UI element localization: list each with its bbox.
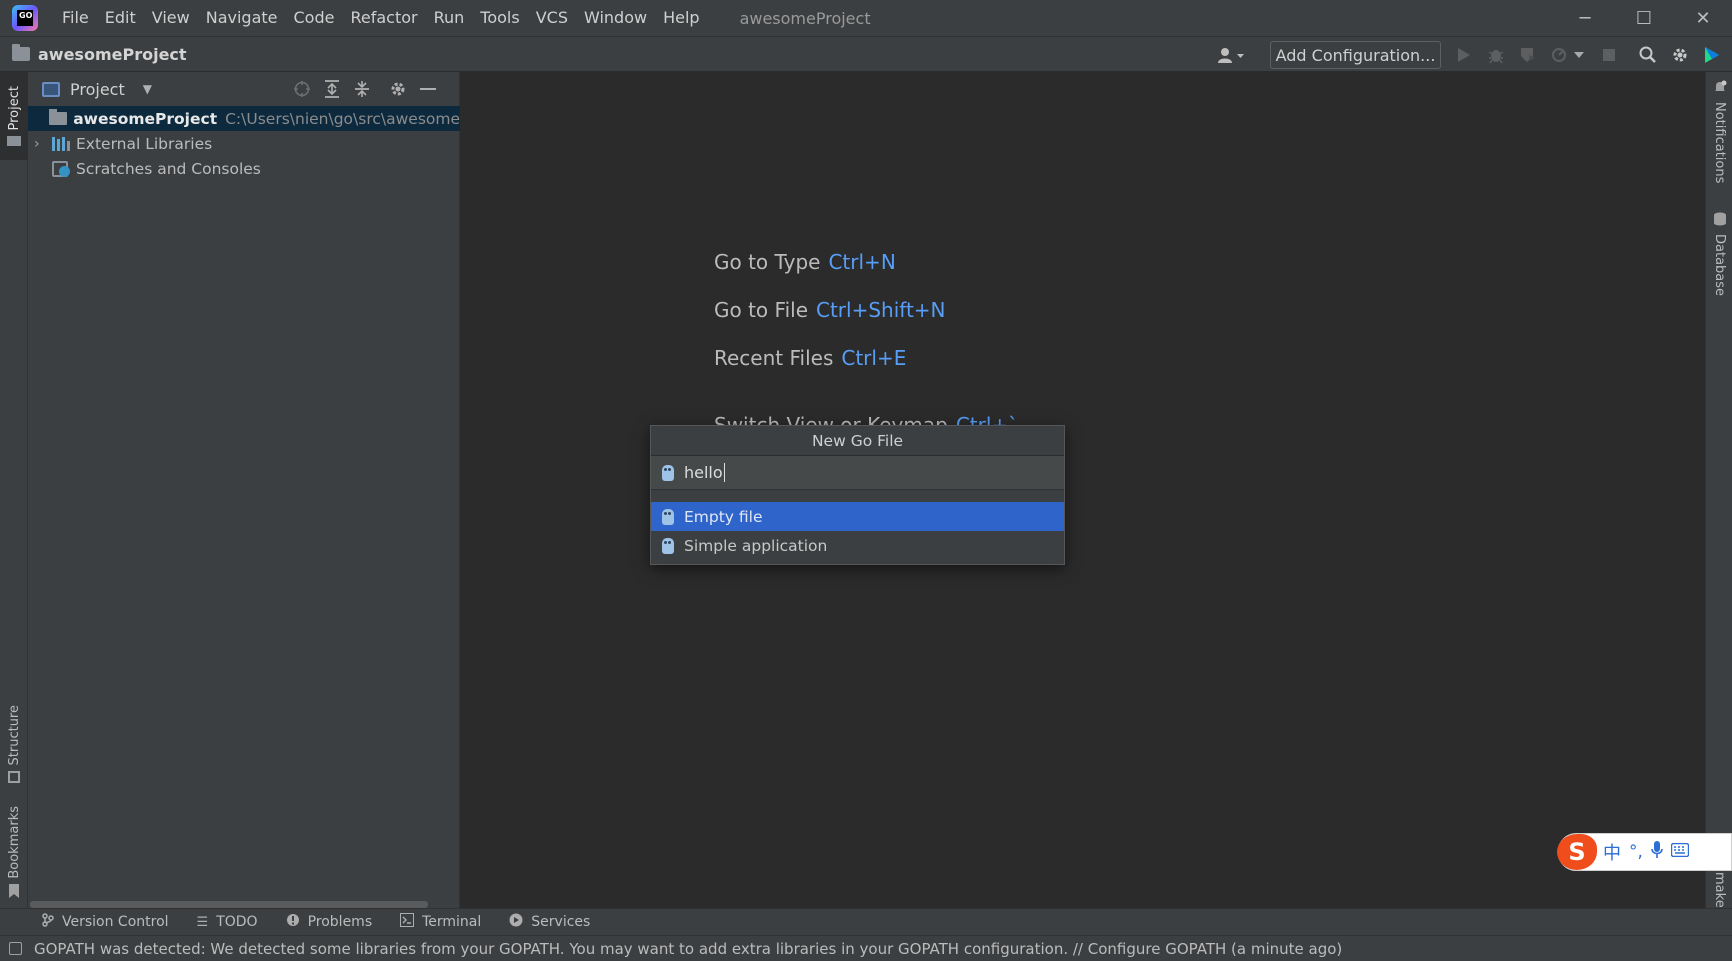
stop-icon[interactable] (1597, 43, 1621, 67)
list-icon: ☰ (196, 914, 209, 930)
search-icon[interactable] (1636, 43, 1660, 67)
profile-icon[interactable] (1548, 43, 1572, 67)
problems-icon (286, 913, 300, 931)
ime-logo[interactable]: S (1557, 834, 1597, 870)
run-icon[interactable] (1452, 43, 1476, 67)
go-file-icon (662, 537, 674, 554)
toggle-tool-windows-icon[interactable] (9, 942, 22, 955)
bottom-tool-tabs: Version Control ☰ TODO Problems Terminal… (0, 908, 1732, 935)
tree-item-label: awesomeProject (73, 109, 218, 128)
terminal-icon (400, 913, 415, 931)
tool-tab-bookmarks[interactable]: Bookmarks (0, 802, 28, 906)
chevron-right-icon[interactable]: › (34, 136, 46, 152)
file-name-input[interactable]: hello (651, 456, 1064, 490)
database-icon (1713, 212, 1727, 230)
breadcrumb-project[interactable]: awesomeProject (38, 45, 187, 64)
editor-area: Go to Type Ctrl+N Go to File Ctrl+Shift+N … (460, 72, 1705, 908)
file-name-input-value[interactable]: hello (684, 463, 725, 482)
menu-run[interactable]: Run (426, 0, 473, 36)
tree-item-external-libraries[interactable]: › External Libraries (28, 131, 460, 156)
folder-icon (12, 44, 30, 61)
status-bar: GOPATH was detected: We detected some li… (0, 935, 1732, 961)
keyboard-icon[interactable] (1670, 842, 1690, 862)
tool-tab-terminal[interactable]: Terminal (400, 913, 481, 931)
tool-tab-services[interactable]: Services (509, 913, 590, 931)
bell-icon (1713, 80, 1727, 98)
project-panel-header: Project ▼ (28, 72, 459, 106)
close-button[interactable]: ✕ (1674, 0, 1732, 36)
app-logo[interactable]: GO (12, 5, 38, 31)
tree-item-label: Scratches and Consoles (76, 159, 261, 178)
menu-refactor[interactable]: Refactor (342, 0, 425, 36)
navigation-bar: awesomeProject Add Configuration... (0, 36, 1732, 72)
tool-tab-todo[interactable]: ☰ TODO (197, 914, 258, 930)
menu-help[interactable]: Help (655, 0, 707, 36)
structure-icon (8, 771, 20, 784)
ime-language-toggle[interactable]: 中 (1603, 839, 1621, 865)
left-tool-stripe: Project Structure Bookmarks (0, 72, 28, 908)
menu-tools[interactable]: Tools (472, 0, 527, 36)
gear-icon[interactable] (386, 77, 410, 101)
hint-go-to-file: Go to File Ctrl+Shift+N (714, 298, 946, 322)
add-configuration-button[interactable]: Add Configuration... (1270, 41, 1441, 69)
hint-recent-files: Recent Files Ctrl+E (714, 346, 907, 370)
gear-icon[interactable] (1668, 43, 1692, 67)
status-message[interactable]: GOPATH was detected: We detected some li… (34, 940, 1342, 958)
popup-title: New Go File (651, 426, 1064, 456)
tool-tab-database[interactable]: Database (1706, 212, 1732, 312)
horizontal-scrollbar[interactable] (30, 901, 428, 908)
template-simple-application[interactable]: Simple application (651, 531, 1064, 560)
go-file-icon (662, 464, 674, 481)
tool-tab-project[interactable]: Project (0, 72, 28, 160)
bookmark-icon (8, 884, 20, 902)
services-icon (509, 913, 523, 931)
chevron-down-icon[interactable]: ▼ (143, 82, 152, 96)
punctuation-icon[interactable]: °, (1629, 842, 1643, 862)
scratches-icon (52, 160, 70, 177)
go-file-icon (662, 508, 674, 525)
tree-item-path: C:\Users\nien\go\src\awesomeProject (225, 109, 460, 128)
coverage-icon[interactable] (1516, 43, 1540, 67)
expand-all-icon[interactable] (320, 77, 344, 101)
new-go-file-popup: New Go File hello Empty file Simple appl… (650, 425, 1065, 565)
maximize-button[interactable]: ☐ (1615, 0, 1673, 36)
menu-code[interactable]: Code (286, 0, 343, 36)
tool-tab-version-control[interactable]: Version Control (42, 913, 169, 931)
chevron-down-icon[interactable] (1571, 43, 1587, 67)
tool-tab-structure[interactable]: Structure (0, 694, 28, 794)
folder-icon (49, 109, 68, 125)
tool-tab-problems[interactable]: Problems (286, 913, 372, 931)
project-view-icon (42, 81, 60, 97)
minimize-button[interactable]: ─ (1556, 0, 1614, 36)
menu-vcs[interactable]: VCS (528, 0, 576, 36)
project-tool-window: Project ▼ awesomeProject C:\Users\nien\g… (28, 72, 460, 908)
ime-toolbar: S 中 °, (1557, 833, 1732, 871)
right-tool-stripe: Notifications Database make (1705, 72, 1732, 908)
project-panel-title[interactable]: Project (70, 80, 125, 99)
menu-file[interactable]: File (54, 0, 97, 36)
tree-item-awesomeProject[interactable]: awesomeProject C:\Users\nien\go\src\awes… (28, 106, 460, 131)
collapse-all-icon[interactable] (350, 77, 374, 101)
template-empty-file[interactable]: Empty file (651, 502, 1064, 531)
library-icon (52, 136, 70, 151)
title-bar: GO File Edit View Navigate Code Refactor… (0, 0, 1732, 36)
window-title: awesomeProject (739, 8, 871, 28)
tool-tab-make[interactable]: make (1706, 872, 1732, 908)
branch-icon (42, 913, 54, 931)
menu-view[interactable]: View (144, 0, 198, 36)
debug-icon[interactable] (1484, 43, 1508, 67)
tool-tab-notifications[interactable]: Notifications (1706, 80, 1732, 190)
tree-item-label: External Libraries (76, 134, 213, 153)
folder-icon (7, 136, 21, 147)
hide-panel-icon[interactable] (416, 77, 440, 101)
menu-edit[interactable]: Edit (97, 0, 144, 36)
menu-window[interactable]: Window (576, 0, 655, 36)
user-account-icon[interactable] (1212, 43, 1250, 67)
menu-navigate[interactable]: Navigate (198, 0, 286, 36)
microphone-icon[interactable] (1651, 840, 1663, 864)
select-opened-file-icon[interactable] (290, 77, 314, 101)
tree-item-scratches[interactable]: Scratches and Consoles (28, 156, 460, 181)
code-with-me-icon[interactable] (1700, 43, 1724, 67)
hint-go-to-type: Go to Type Ctrl+N (714, 250, 896, 274)
